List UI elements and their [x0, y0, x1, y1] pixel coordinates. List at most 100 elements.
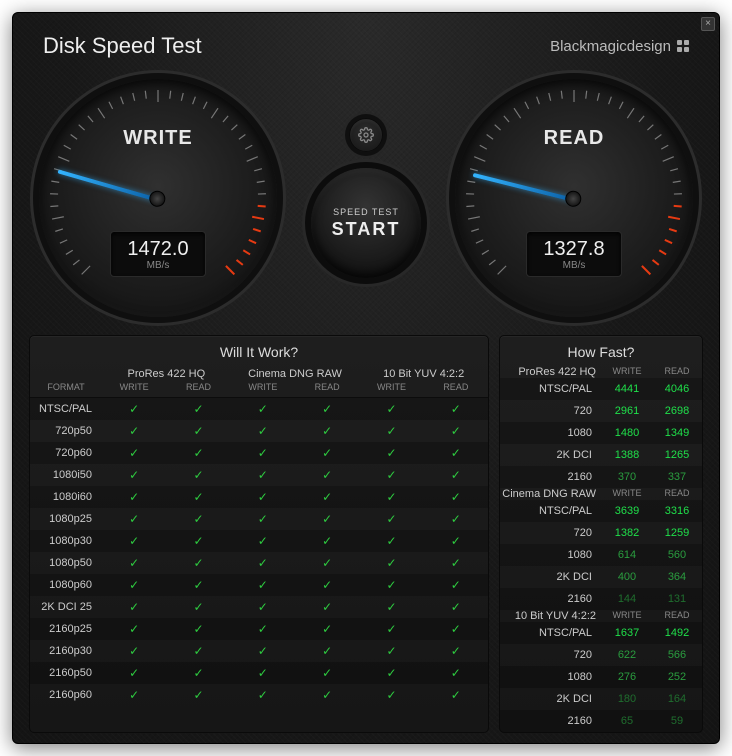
check-icon: ✓ [166, 644, 230, 658]
check-icon: ✓ [359, 424, 423, 438]
wiw-header: FORMAT ProRes 422 HQ Cinema DNG RAW 10 B… [30, 366, 488, 398]
check-icon: ✓ [231, 600, 295, 614]
format-label: 2K DCI 25 [30, 601, 102, 613]
format-label: 1080 [500, 671, 602, 683]
check-icon: ✓ [166, 666, 230, 680]
hf-sub: WRITE [602, 488, 652, 500]
how-fast-panel: How Fast? ProRes 422 HQWRITEREADNTSC/PAL… [499, 335, 703, 733]
read-fps: 1492 [652, 627, 702, 639]
format-label: 2160 [500, 593, 602, 605]
gear-icon [358, 127, 374, 143]
check-icon: ✓ [424, 622, 488, 636]
check-icon: ✓ [231, 666, 295, 680]
hf-group-body: NTSC/PAL363933167201382125910806145602K … [500, 500, 702, 610]
hf-sub: READ [652, 610, 702, 622]
table-row: 2160p60✓✓✓✓✓✓ [30, 684, 488, 706]
check-icon: ✓ [295, 688, 359, 702]
wiw-codec-2: 10 Bit YUV 4:2:2 [359, 366, 488, 380]
write-fps: 3639 [602, 505, 652, 517]
write-fps: 1382 [602, 527, 652, 539]
format-label: 1080i60 [30, 491, 102, 503]
format-label: 2160p30 [30, 645, 102, 657]
format-label: 2160 [500, 471, 602, 483]
table-row: NTSC/PAL✓✓✓✓✓✓ [30, 398, 488, 420]
hf-codec-name: ProRes 422 HQ [500, 366, 602, 378]
check-icon: ✓ [359, 512, 423, 526]
check-icon: ✓ [231, 446, 295, 460]
start-button[interactable]: SPEED TEST START [311, 168, 421, 278]
check-icon: ✓ [231, 424, 295, 438]
check-icon: ✓ [231, 644, 295, 658]
brand-text: Blackmagicdesign [550, 38, 671, 55]
check-icon: ✓ [295, 402, 359, 416]
check-icon: ✓ [166, 402, 230, 416]
check-icon: ✓ [359, 534, 423, 548]
format-label: 1080 [500, 427, 602, 439]
wiw-codec-1: Cinema DNG RAW [231, 366, 360, 380]
table-row: 2160370337 [500, 466, 702, 488]
check-icon: ✓ [102, 644, 166, 658]
how-fast-title: How Fast? [500, 336, 702, 366]
check-icon: ✓ [295, 534, 359, 548]
settings-button[interactable] [349, 118, 383, 152]
check-icon: ✓ [359, 402, 423, 416]
hf-group-header: Cinema DNG RAWWRITEREAD [500, 488, 702, 500]
check-icon: ✓ [166, 446, 230, 460]
app-window: × Disk Speed Test Blackmagicdesign WRITE… [12, 12, 720, 744]
check-icon: ✓ [231, 512, 295, 526]
table-row: 720p50✓✓✓✓✓✓ [30, 420, 488, 442]
table-row: 1080p60✓✓✓✓✓✓ [30, 574, 488, 596]
format-label: 1080p25 [30, 513, 102, 525]
write-fps: 370 [602, 471, 652, 483]
check-icon: ✓ [424, 578, 488, 592]
check-icon: ✓ [295, 666, 359, 680]
table-row: 2160p25✓✓✓✓✓✓ [30, 618, 488, 640]
write-gauge: WRITE 1472.0 MB/s [39, 79, 277, 317]
table-row: 720622566 [500, 644, 702, 666]
table-row: 1080p30✓✓✓✓✓✓ [30, 530, 488, 552]
format-label: 1080p30 [30, 535, 102, 547]
gauges-row: WRITE 1472.0 MB/s SPEED TEST START [13, 69, 719, 335]
read-fps: 2698 [652, 405, 702, 417]
read-value-box: 1327.8 MB/s [526, 231, 622, 277]
format-label: 1080i50 [30, 469, 102, 481]
table-row: 2K DCI13881265 [500, 444, 702, 466]
format-label: 2160 [500, 715, 602, 727]
check-icon: ✓ [102, 688, 166, 702]
check-icon: ✓ [102, 490, 166, 504]
check-icon: ✓ [102, 578, 166, 592]
check-icon: ✓ [424, 446, 488, 460]
check-icon: ✓ [231, 688, 295, 702]
check-icon: ✓ [424, 490, 488, 504]
check-icon: ✓ [231, 468, 295, 482]
check-icon: ✓ [295, 644, 359, 658]
check-icon: ✓ [359, 468, 423, 482]
check-icon: ✓ [359, 578, 423, 592]
read-fps: 164 [652, 693, 702, 705]
check-icon: ✓ [166, 534, 230, 548]
format-label: 1080 [500, 549, 602, 561]
check-icon: ✓ [359, 644, 423, 658]
write-fps: 622 [602, 649, 652, 661]
write-fps: 1637 [602, 627, 652, 639]
check-icon: ✓ [295, 512, 359, 526]
will-it-work-panel: Will It Work? FORMAT ProRes 422 HQ Cinem… [29, 335, 489, 733]
check-icon: ✓ [102, 424, 166, 438]
table-row: 2160144131 [500, 588, 702, 610]
hf-group-body: NTSC/PAL44414046720296126981080148013492… [500, 378, 702, 488]
brand-label: Blackmagicdesign [550, 38, 689, 55]
hf-body: ProRes 422 HQWRITEREADNTSC/PAL4441404672… [500, 366, 702, 732]
check-icon: ✓ [102, 556, 166, 570]
wiw-format-header: FORMAT [30, 366, 102, 397]
write-fps: 400 [602, 571, 652, 583]
hf-group-header: ProRes 422 HQWRITEREAD [500, 366, 702, 378]
format-label: 2160p25 [30, 623, 102, 635]
check-icon: ✓ [102, 600, 166, 614]
check-icon: ✓ [102, 622, 166, 636]
check-icon: ✓ [102, 468, 166, 482]
format-label: 720p60 [30, 447, 102, 459]
check-icon: ✓ [295, 468, 359, 482]
check-icon: ✓ [102, 402, 166, 416]
format-label: 720p50 [30, 425, 102, 437]
check-icon: ✓ [231, 402, 295, 416]
